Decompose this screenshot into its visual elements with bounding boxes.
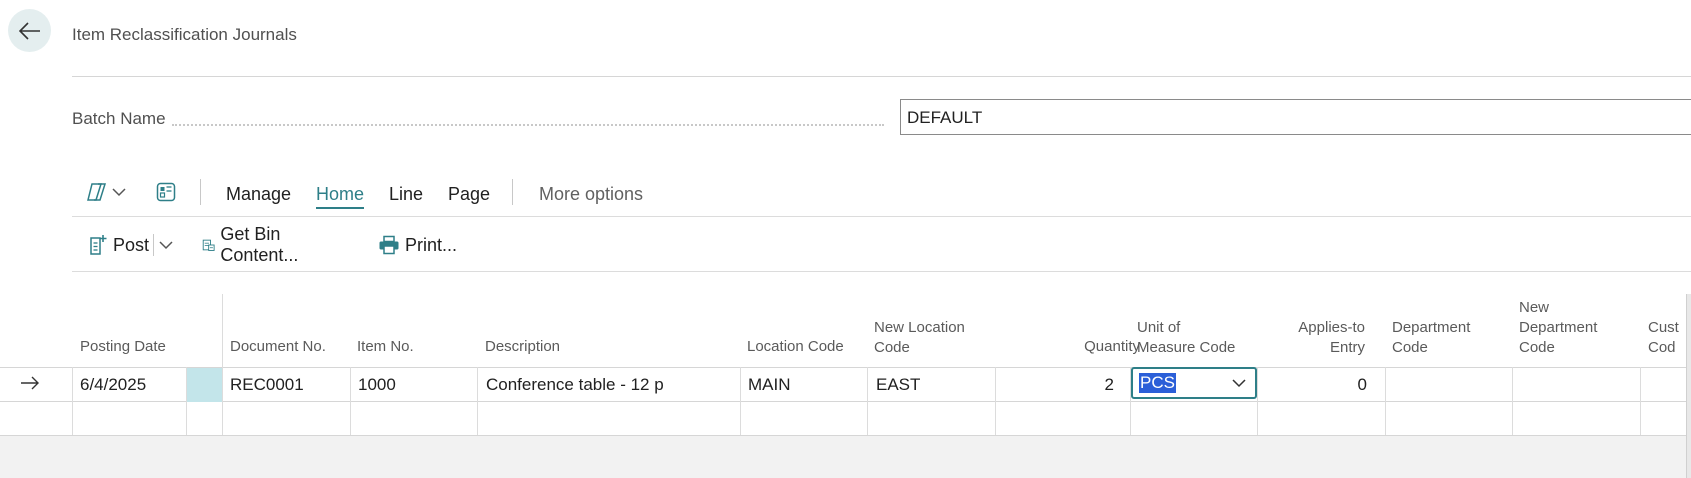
- col-header-unit-of-measure[interactable]: Unit of Measure Code: [1137, 318, 1235, 358]
- col-header-cust[interactable]: Cust Cod: [1648, 318, 1679, 358]
- column-divider: [867, 367, 868, 435]
- header-line: Measure Code: [1137, 339, 1236, 356]
- header-line: Cust: [1648, 319, 1679, 336]
- cell-unit-of-measure-dropdown[interactable]: PCS: [1131, 367, 1257, 399]
- tab-line[interactable]: Line: [389, 184, 423, 205]
- col-header-item-no[interactable]: Item No.: [357, 337, 414, 357]
- column-divider: [350, 367, 351, 435]
- col-header-department-code[interactable]: Department Code: [1392, 318, 1470, 358]
- chevron-down-icon: [1232, 379, 1246, 388]
- row-divider: [0, 401, 1691, 402]
- page-title: Item Reclassification Journals: [72, 25, 297, 44]
- col-header-posting-date[interactable]: Posting Date: [80, 337, 166, 357]
- cell-location-code[interactable]: MAIN: [748, 375, 791, 395]
- cell-description[interactable]: Conference table - 12 p: [486, 375, 664, 395]
- column-divider: [1640, 367, 1641, 435]
- cell-new-location-code[interactable]: EAST: [876, 375, 920, 395]
- header-line: Department: [1392, 319, 1471, 336]
- column-divider: [1257, 367, 1258, 435]
- copilot-menu-button[interactable]: [86, 182, 127, 202]
- personalize-button[interactable]: [156, 182, 176, 202]
- batch-name-input[interactable]: DEFAULT: [900, 99, 1691, 135]
- col-header-new-location-code[interactable]: New Location Code: [874, 318, 965, 358]
- col-header-applies-to-entry[interactable]: Applies-to Entry: [1250, 318, 1365, 358]
- print-button[interactable]: Print...: [378, 228, 457, 262]
- tabs-divider: [72, 216, 1691, 217]
- header-line: New Location: [874, 319, 965, 336]
- cell-document-no[interactable]: REC0001: [230, 375, 304, 395]
- header-line: Cod: [1648, 339, 1676, 356]
- col-header-new-department-code[interactable]: New Department Code: [1519, 298, 1597, 358]
- arrow-left-icon: [18, 21, 40, 40]
- col-header-location-code[interactable]: Location Code: [747, 337, 844, 357]
- cell-item-no[interactable]: 1000: [358, 375, 396, 395]
- post-icon: [90, 235, 107, 255]
- column-divider: [477, 367, 478, 435]
- column-divider: [740, 367, 741, 435]
- tab-home[interactable]: Home: [316, 184, 365, 209]
- chevron-down-icon: [112, 188, 126, 197]
- cell-applies-to-entry[interactable]: 0: [1260, 375, 1367, 395]
- col-header-quantity[interactable]: Quantity: [1000, 337, 1140, 357]
- action-tab-bar: Manage Home Line Page More options: [72, 175, 1691, 215]
- tab-separator: [200, 179, 201, 205]
- header-column-divider: [222, 294, 223, 367]
- grid-empty-area: [0, 435, 1691, 478]
- batch-name-leader: [172, 124, 884, 126]
- row-divider: [0, 435, 1691, 436]
- tab-manage[interactable]: Manage: [226, 184, 291, 205]
- header-line: Entry: [1329, 339, 1365, 356]
- bin-content-icon: [202, 239, 215, 251]
- get-bin-content-label: Get Bin Content...: [220, 224, 299, 265]
- arrow-right-icon: [21, 376, 39, 390]
- column-divider: [222, 367, 223, 435]
- tab-separator: [512, 179, 513, 205]
- actions-divider: [72, 271, 1691, 272]
- header-line: Unit of: [1137, 319, 1181, 336]
- tab-page[interactable]: Page: [448, 184, 490, 205]
- cell-posting-date[interactable]: 6/4/2025: [80, 375, 146, 395]
- col-header-document-no[interactable]: Document No.: [230, 337, 326, 357]
- header-line: Code: [1519, 339, 1555, 356]
- col-header-description[interactable]: Description: [485, 337, 560, 357]
- header-line: Department: [1519, 319, 1598, 336]
- row-divider: [0, 367, 1691, 368]
- batch-name-label: Batch Name: [72, 109, 166, 128]
- uom-selected-value: PCS: [1139, 373, 1176, 393]
- vertical-scrollbar[interactable]: [1686, 294, 1691, 478]
- column-divider: [72, 367, 73, 435]
- post-button[interactable]: Post: [88, 228, 149, 262]
- post-menu-button[interactable]: [158, 228, 179, 262]
- header-line: Applies-to: [1298, 319, 1365, 336]
- post-label: Post: [113, 234, 150, 255]
- printer-icon: [379, 235, 399, 255]
- header-line: New: [1519, 299, 1550, 316]
- layout-icon: [156, 182, 176, 202]
- chevron-down-icon: [159, 241, 173, 250]
- copilot-icon: [87, 183, 107, 201]
- row-selector-cell[interactable]: [187, 368, 222, 402]
- current-row-indicator: [20, 376, 40, 395]
- back-button[interactable]: [8, 9, 51, 52]
- column-divider: [1385, 367, 1386, 435]
- journal-lines-grid: Posting Date Document No. Item No. Descr…: [0, 294, 1691, 478]
- post-split-separator: [153, 234, 154, 256]
- column-divider: [995, 367, 996, 435]
- header-line: Code: [1392, 339, 1428, 356]
- title-divider: [72, 76, 1691, 77]
- more-options-button[interactable]: More options: [539, 184, 643, 205]
- cell-quantity[interactable]: 2: [1000, 375, 1114, 395]
- column-divider: [1512, 367, 1513, 435]
- get-bin-content-button[interactable]: Get Bin Content...: [202, 224, 307, 265]
- print-label: Print...: [405, 234, 458, 255]
- header-line: Code: [874, 339, 910, 356]
